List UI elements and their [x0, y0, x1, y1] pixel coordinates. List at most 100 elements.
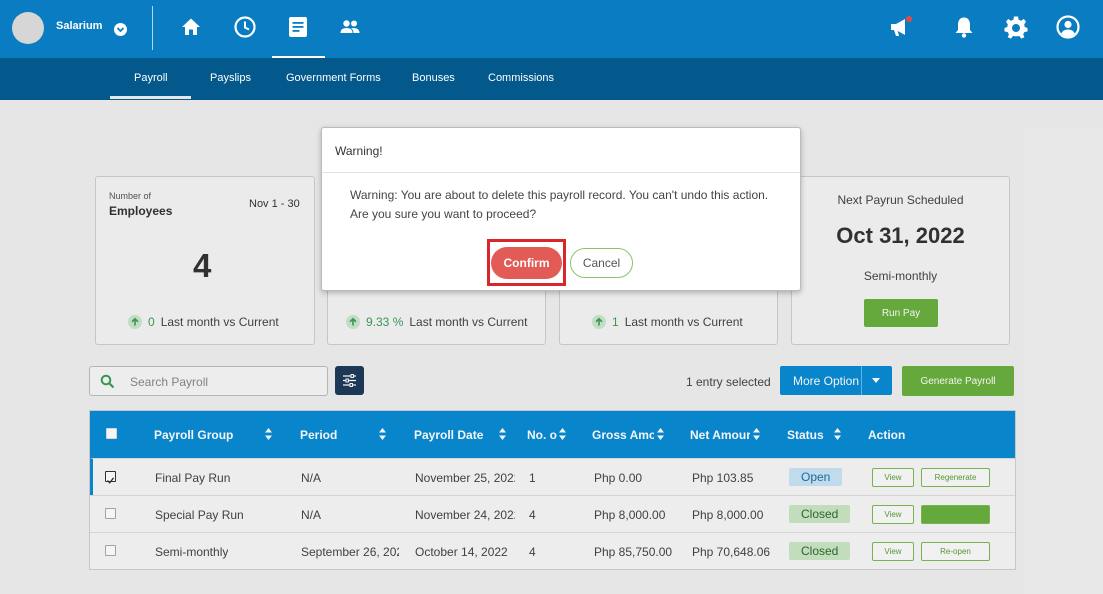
people-icon[interactable]: [337, 14, 363, 40]
sort-icon[interactable]: [264, 427, 273, 441]
select-all-checkbox[interactable]: [106, 428, 117, 439]
cell-payroll-date: November 24, 2022: [415, 508, 515, 522]
next-payrun-title: Next Payrun Scheduled: [837, 193, 964, 207]
status-badge: Closed: [789, 542, 851, 560]
date-range: Nov 1 - 30: [249, 198, 300, 210]
sort-icon[interactable]: [656, 427, 665, 441]
cell-payroll-date: November 25, 2022: [415, 471, 515, 485]
cell-period: September 26, 2022: [301, 545, 399, 559]
card-footer: 9.33 % Last month vs Current: [346, 315, 527, 329]
more-option-label: More Option: [793, 373, 860, 388]
regenerate-button[interactable]: Regenerate: [921, 468, 990, 487]
arrow-up-icon: [128, 315, 142, 329]
payrun-frequency: Semi-monthly: [863, 269, 938, 283]
tab-commissions[interactable]: Commissions: [488, 72, 554, 84]
button-separator: [861, 366, 862, 395]
col-gross-amount[interactable]: Gross Amo: [592, 428, 654, 442]
cell-net: Php 70,648.06: [692, 545, 771, 559]
status-badge: Open: [789, 468, 843, 486]
card-footer: 0 Last month vs Current: [128, 315, 279, 329]
caret-down-icon: [872, 378, 880, 383]
cell-payroll-group: Final Pay Run: [155, 471, 231, 485]
sort-icon[interactable]: [378, 427, 387, 441]
col-action: Action: [868, 428, 906, 442]
cell-gross: Php 0.00: [594, 471, 643, 485]
search-input[interactable]: [130, 372, 320, 392]
generate-payroll-button[interactable]: Generate Payroll: [902, 366, 1014, 396]
search-box: [89, 366, 328, 396]
dialog-message: Warning: You are about to delete this pa…: [350, 186, 790, 224]
dialog-message-line: Are you sure you want to proceed?: [350, 207, 537, 221]
warning-dialog: Warning! Warning: You are about to delet…: [321, 127, 801, 291]
col-no-employees[interactable]: No. o: [527, 428, 557, 442]
cell-payroll-group: Special Pay Run: [155, 508, 244, 522]
run-pay-button[interactable]: Run Pay: [864, 299, 938, 327]
table-row[interactable]: Semi-monthly September 26, 2022 October …: [90, 532, 1015, 569]
cell-payroll-date: October 14, 2022: [415, 545, 508, 559]
gear-icon[interactable]: [1003, 14, 1029, 40]
employee-count: 4: [193, 247, 212, 284]
change-text: Last month vs Current: [624, 315, 743, 329]
account-icon[interactable]: [1055, 14, 1081, 40]
view-button[interactable]: View: [872, 468, 914, 487]
next-payrun-card: Next Payrun Scheduled Oct 31, 2022 Semi-…: [791, 176, 1010, 345]
sort-icon[interactable]: [833, 427, 842, 441]
row-checkbox[interactable]: [105, 545, 116, 556]
cell-period: N/A: [301, 471, 322, 485]
tab-payslips[interactable]: Payslips: [210, 72, 251, 84]
action-button[interactable]: [921, 505, 990, 524]
view-button[interactable]: View: [872, 505, 914, 524]
view-button[interactable]: View: [872, 542, 914, 561]
company-name[interactable]: Salarium: [56, 20, 102, 32]
header-divider: [152, 6, 153, 50]
company-avatar[interactable]: [12, 12, 44, 44]
payroll-table: Payroll Group Period Payroll Date No. o …: [89, 410, 1016, 570]
tab-payroll[interactable]: Payroll: [134, 72, 168, 84]
check-icon: [107, 477, 115, 484]
cell-period: N/A: [301, 508, 322, 522]
row-checkbox[interactable]: [105, 471, 116, 484]
active-tab-indicator: [110, 96, 191, 99]
filter-button[interactable]: [335, 366, 364, 395]
row-checkbox[interactable]: [105, 508, 116, 519]
tab-bonuses[interactable]: Bonuses: [412, 72, 455, 84]
home-icon[interactable]: [178, 14, 204, 40]
top-header: Salarium: [0, 0, 1103, 58]
sliders-icon: [343, 374, 356, 387]
table-row[interactable]: Special Pay Run N/A November 24, 2022 4 …: [90, 495, 1015, 532]
confirm-button[interactable]: Confirm: [491, 247, 562, 279]
col-net-amount[interactable]: Net Amour: [690, 428, 750, 442]
cell-gross: Php 85,750.00: [594, 545, 673, 559]
change-value: 9.33 %: [366, 315, 404, 329]
col-status[interactable]: Status: [787, 428, 824, 442]
reopen-button[interactable]: Re-open: [921, 542, 990, 561]
card-label-small: Number of: [109, 191, 152, 201]
sort-icon[interactable]: [558, 427, 567, 441]
more-option-button[interactable]: More Option: [780, 366, 892, 395]
card-label: Employees: [109, 204, 173, 218]
status-badge: Closed: [789, 505, 851, 523]
employees-card: Number of Employees Nov 1 - 30 4 0 Last …: [95, 176, 315, 345]
col-payroll-date[interactable]: Payroll Date: [414, 428, 483, 442]
megaphone-icon[interactable]: [888, 14, 914, 40]
table-row[interactable]: Final Pay Run N/A November 25, 2022 1 Ph…: [90, 458, 1015, 495]
bell-icon[interactable]: [951, 14, 977, 40]
col-period[interactable]: Period: [300, 428, 337, 442]
tab-government-forms[interactable]: Government Forms: [286, 72, 381, 84]
document-icon[interactable]: [285, 14, 311, 40]
cancel-button[interactable]: Cancel: [570, 248, 633, 278]
cell-no-employees: 4: [529, 508, 536, 522]
cell-gross: Php 8,000.00: [594, 508, 666, 522]
change-value: 1: [612, 315, 619, 329]
dialog-message-line: Warning: You are about to delete this pa…: [350, 188, 769, 202]
dialog-divider: [322, 172, 800, 173]
col-payroll-group[interactable]: Payroll Group: [154, 428, 233, 442]
clock-icon[interactable]: [232, 14, 258, 40]
search-icon: [100, 374, 115, 389]
sort-icon[interactable]: [498, 427, 507, 441]
change-text: Last month vs Current: [160, 315, 279, 329]
arrow-up-icon: [592, 315, 606, 329]
chevron-down-icon[interactable]: [114, 23, 127, 36]
sort-icon[interactable]: [752, 427, 761, 441]
next-payrun-date: Oct 31, 2022: [836, 223, 965, 248]
